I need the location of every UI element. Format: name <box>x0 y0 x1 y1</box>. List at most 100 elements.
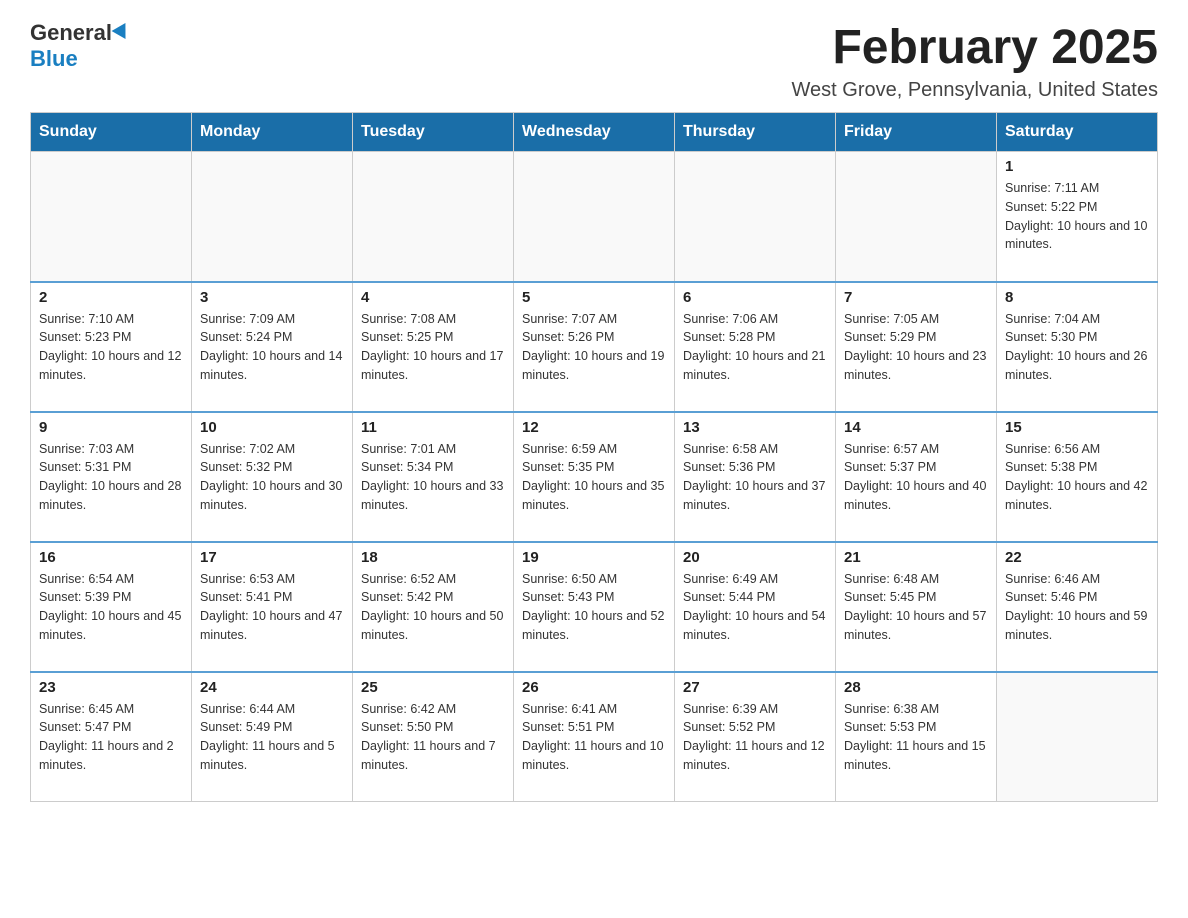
day-number: 27 <box>683 679 827 696</box>
day-number: 13 <box>683 419 827 436</box>
day-sun-info: Sunrise: 7:07 AMSunset: 5:26 PMDaylight:… <box>522 310 666 385</box>
calendar-day-cell: 28 Sunrise: 6:38 AMSunset: 5:53 PMDayligh… <box>836 672 997 802</box>
day-of-week-header: Wednesday <box>514 113 675 152</box>
day-sun-info: Sunrise: 6:53 AMSunset: 5:41 PMDaylight:… <box>200 570 344 645</box>
day-sun-info: Sunrise: 6:59 AMSunset: 5:35 PMDaylight:… <box>522 440 666 515</box>
calendar-header-row: SundayMondayTuesdayWednesdayThursdayFrid… <box>31 113 1158 152</box>
day-number: 18 <box>361 549 505 566</box>
title-block: February 2025 West Grove, Pennsylvania, … <box>792 20 1158 102</box>
calendar-day-cell: 13 Sunrise: 6:58 AMSunset: 5:36 PMDayligh… <box>675 412 836 542</box>
calendar-day-cell: 26Sunrise: 6:41 AMSunset: 5:51 PMDayligh… <box>514 672 675 802</box>
calendar-week-row: 2 Sunrise: 7:10 AMSunset: 5:23 PMDaylight… <box>31 282 1158 412</box>
calendar-day-cell: 27 Sunrise: 6:39 AMSunset: 5:52 PMDayligh… <box>675 672 836 802</box>
day-sun-info: Sunrise: 7:05 AMSunset: 5:29 PMDaylight:… <box>844 310 988 385</box>
calendar-day-cell: 3 Sunrise: 7:09 AMSunset: 5:24 PMDaylight… <box>192 282 353 412</box>
day-number: 3 <box>200 289 344 306</box>
calendar-subtitle: West Grove, Pennsylvania, United States <box>792 79 1158 102</box>
day-number: 2 <box>39 289 183 306</box>
calendar-day-cell <box>675 152 836 282</box>
calendar-day-cell <box>31 152 192 282</box>
calendar-day-cell: 16 Sunrise: 6:54 AMSunset: 5:39 PMDayligh… <box>31 542 192 672</box>
day-sun-info: Sunrise: 7:02 AMSunset: 5:32 PMDaylight:… <box>200 440 344 515</box>
day-number: 15 <box>1005 419 1149 436</box>
day-sun-info: Sunrise: 7:09 AMSunset: 5:24 PMDaylight:… <box>200 310 344 385</box>
day-number: 10 <box>200 419 344 436</box>
day-number: 4 <box>361 289 505 306</box>
calendar-day-cell: 19 Sunrise: 6:50 AMSunset: 5:43 PMDayligh… <box>514 542 675 672</box>
day-number: 23 <box>39 679 183 696</box>
day-number: 21 <box>844 549 988 566</box>
calendar-day-cell: 4 Sunrise: 7:08 AMSunset: 5:25 PMDaylight… <box>353 282 514 412</box>
day-sun-info: Sunrise: 7:04 AMSunset: 5:30 PMDaylight:… <box>1005 310 1149 385</box>
calendar-day-cell: 8 Sunrise: 7:04 AMSunset: 5:30 PMDaylight… <box>997 282 1158 412</box>
day-sun-info: Sunrise: 7:10 AMSunset: 5:23 PMDaylight:… <box>39 310 183 385</box>
day-sun-info: Sunrise: 7:08 AMSunset: 5:25 PMDaylight:… <box>361 310 505 385</box>
calendar-day-cell: 22 Sunrise: 6:46 AMSunset: 5:46 PMDayligh… <box>997 542 1158 672</box>
day-sun-info: Sunrise: 7:06 AMSunset: 5:28 PMDaylight:… <box>683 310 827 385</box>
calendar-day-cell: 12 Sunrise: 6:59 AMSunset: 5:35 PMDayligh… <box>514 412 675 542</box>
calendar-day-cell <box>836 152 997 282</box>
day-sun-info: Sunrise: 7:11 AMSunset: 5:22 PMDaylight:… <box>1005 179 1149 254</box>
calendar-day-cell <box>997 672 1158 802</box>
day-of-week-header: Sunday <box>31 113 192 152</box>
day-number: 8 <box>1005 289 1149 306</box>
page-header: General Blue February 2025 West Grove, P… <box>30 20 1158 102</box>
day-number: 7 <box>844 289 988 306</box>
day-number: 24 <box>200 679 344 696</box>
day-number: 11 <box>361 419 505 436</box>
calendar-day-cell: 1 Sunrise: 7:11 AMSunset: 5:22 PMDaylight… <box>997 152 1158 282</box>
calendar-table: SundayMondayTuesdayWednesdayThursdayFrid… <box>30 112 1158 802</box>
day-sun-info: Sunrise: 7:01 AMSunset: 5:34 PMDaylight:… <box>361 440 505 515</box>
day-of-week-header: Friday <box>836 113 997 152</box>
day-number: 20 <box>683 549 827 566</box>
day-sun-info: Sunrise: 6:54 AMSunset: 5:39 PMDaylight:… <box>39 570 183 645</box>
calendar-day-cell <box>353 152 514 282</box>
day-number: 5 <box>522 289 666 306</box>
calendar-day-cell: 24Sunrise: 6:44 AMSunset: 5:49 PMDayligh… <box>192 672 353 802</box>
calendar-title: February 2025 <box>792 20 1158 75</box>
day-number: 28 <box>844 679 988 696</box>
logo-blue-text: Blue <box>30 46 78 72</box>
day-number: 22 <box>1005 549 1149 566</box>
day-of-week-header: Tuesday <box>353 113 514 152</box>
calendar-day-cell: 7 Sunrise: 7:05 AMSunset: 5:29 PMDaylight… <box>836 282 997 412</box>
calendar-week-row: 9 Sunrise: 7:03 AMSunset: 5:31 PMDaylight… <box>31 412 1158 542</box>
calendar-day-cell: 11 Sunrise: 7:01 AMSunset: 5:34 PMDayligh… <box>353 412 514 542</box>
logo-general-text: General <box>30 20 112 46</box>
day-sun-info: Sunrise: 6:50 AMSunset: 5:43 PMDaylight:… <box>522 570 666 645</box>
day-number: 14 <box>844 419 988 436</box>
calendar-day-cell <box>514 152 675 282</box>
day-number: 17 <box>200 549 344 566</box>
day-number: 1 <box>1005 158 1149 175</box>
calendar-week-row: 16 Sunrise: 6:54 AMSunset: 5:39 PMDayligh… <box>31 542 1158 672</box>
day-number: 16 <box>39 549 183 566</box>
day-sun-info: Sunrise: 6:57 AMSunset: 5:37 PMDaylight:… <box>844 440 988 515</box>
logo-triangle-icon <box>112 23 133 43</box>
calendar-day-cell: 14 Sunrise: 6:57 AMSunset: 5:37 PMDayligh… <box>836 412 997 542</box>
day-number: 25 <box>361 679 505 696</box>
day-sun-info: Sunrise: 7:03 AMSunset: 5:31 PMDaylight:… <box>39 440 183 515</box>
day-sun-info: Sunrise: 6:58 AMSunset: 5:36 PMDaylight:… <box>683 440 827 515</box>
day-sun-info: Sunrise: 6:39 AMSunset: 5:52 PMDaylight:… <box>683 700 827 775</box>
calendar-week-row: 23Sunrise: 6:45 AMSunset: 5:47 PMDayligh… <box>31 672 1158 802</box>
day-number: 6 <box>683 289 827 306</box>
calendar-day-cell: 21Sunrise: 6:48 AMSunset: 5:45 PMDayligh… <box>836 542 997 672</box>
calendar-day-cell <box>192 152 353 282</box>
day-sun-info: Sunrise: 6:46 AMSunset: 5:46 PMDaylight:… <box>1005 570 1149 645</box>
calendar-day-cell: 18 Sunrise: 6:52 AMSunset: 5:42 PMDayligh… <box>353 542 514 672</box>
day-number: 26 <box>522 679 666 696</box>
calendar-day-cell: 5 Sunrise: 7:07 AMSunset: 5:26 PMDaylight… <box>514 282 675 412</box>
day-of-week-header: Saturday <box>997 113 1158 152</box>
calendar-day-cell: 23Sunrise: 6:45 AMSunset: 5:47 PMDayligh… <box>31 672 192 802</box>
calendar-day-cell: 17 Sunrise: 6:53 AMSunset: 5:41 PMDayligh… <box>192 542 353 672</box>
day-sun-info: Sunrise: 6:42 AMSunset: 5:50 PMDaylight:… <box>361 700 505 775</box>
calendar-day-cell: 15Sunrise: 6:56 AMSunset: 5:38 PMDayligh… <box>997 412 1158 542</box>
calendar-day-cell: 20 Sunrise: 6:49 AMSunset: 5:44 PMDayligh… <box>675 542 836 672</box>
day-sun-info: Sunrise: 6:38 AMSunset: 5:53 PMDaylight:… <box>844 700 988 775</box>
day-number: 12 <box>522 419 666 436</box>
day-sun-info: Sunrise: 6:52 AMSunset: 5:42 PMDaylight:… <box>361 570 505 645</box>
day-sun-info: Sunrise: 6:49 AMSunset: 5:44 PMDaylight:… <box>683 570 827 645</box>
calendar-day-cell: 10 Sunrise: 7:02 AMSunset: 5:32 PMDayligh… <box>192 412 353 542</box>
day-number: 19 <box>522 549 666 566</box>
day-number: 9 <box>39 419 183 436</box>
